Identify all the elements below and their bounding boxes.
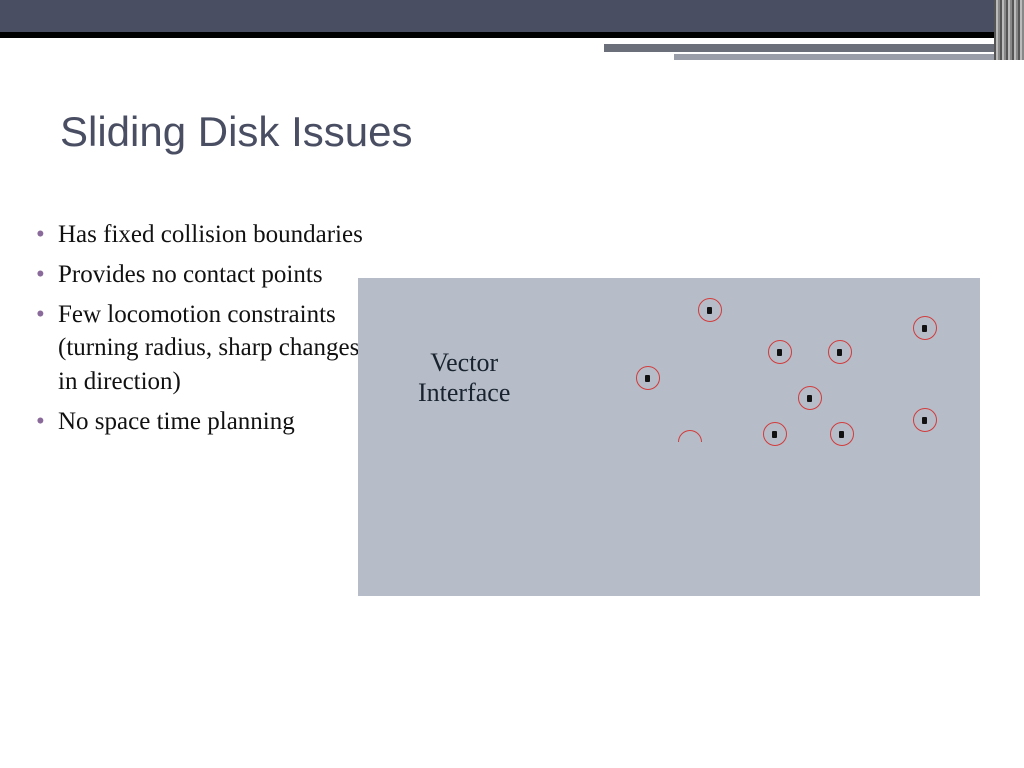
bullet-item: No space time planning bbox=[36, 405, 366, 439]
slide-title: Sliding Disk Issues bbox=[60, 108, 412, 156]
agent-marker bbox=[768, 340, 792, 364]
accent-bars bbox=[574, 38, 1024, 60]
agent-marker bbox=[798, 386, 822, 410]
agent-marker bbox=[698, 298, 722, 322]
agent-marker bbox=[636, 366, 660, 390]
diagram-label-line2: Interface bbox=[418, 378, 510, 407]
diagram-panel: Vector Interface bbox=[358, 278, 980, 596]
agent-marker bbox=[913, 316, 937, 340]
agent-marker bbox=[828, 340, 852, 364]
bullet-list: Has fixed collision boundaries Provides … bbox=[36, 218, 366, 445]
diagram-label-line1: Vector bbox=[430, 348, 498, 377]
diagram-label: Vector Interface bbox=[418, 348, 510, 408]
accent-bar-dark bbox=[604, 44, 1024, 52]
agent-marker bbox=[913, 408, 937, 432]
bullet-item: Provides no contact points bbox=[36, 258, 366, 292]
agent-marker bbox=[763, 422, 787, 446]
bullet-item: Few locomotion constraints (turning radi… bbox=[36, 298, 366, 399]
agent-marker bbox=[830, 422, 854, 446]
agent-marker-partial bbox=[678, 430, 702, 454]
right-edge-stripes bbox=[994, 0, 1024, 60]
accent-bar-light bbox=[674, 54, 1024, 60]
bullet-item: Has fixed collision boundaries bbox=[36, 218, 366, 252]
top-band bbox=[0, 0, 1024, 32]
